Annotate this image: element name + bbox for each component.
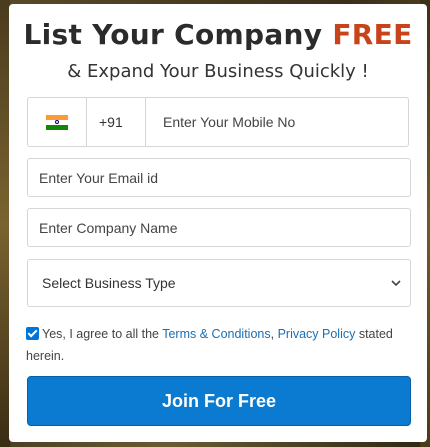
country-selector[interactable]	[28, 98, 87, 146]
signup-form-card: List Your Company FREE & Expand Your Bus…	[9, 4, 427, 442]
agreement-text-before: Yes, I agree to all the	[42, 327, 163, 341]
chevron-down-icon	[391, 280, 401, 287]
privacy-policy-link[interactable]: Privacy Policy	[278, 327, 356, 341]
form-subtitle: & Expand Your Business Quickly !	[67, 61, 369, 82]
country-code: +91	[87, 98, 146, 146]
title-prefix: List Your Company	[23, 18, 333, 51]
join-for-free-button[interactable]: Join For Free	[27, 376, 411, 426]
india-flag-icon	[46, 114, 68, 130]
terms-link[interactable]: Terms & Conditions	[162, 327, 270, 341]
mobile-field-group: +91	[27, 97, 409, 147]
agree-checkbox[interactable]	[26, 327, 39, 340]
mobile-number-input[interactable]	[146, 98, 408, 146]
agreement-row: Yes, I agree to all the Terms & Conditio…	[26, 323, 406, 367]
form-title: List Your Company FREE	[9, 18, 427, 51]
title-highlight: FREE	[332, 18, 413, 51]
email-input[interactable]	[27, 158, 411, 197]
agreement-separator: ,	[270, 327, 278, 341]
business-type-selected: Select Business Type	[42, 275, 176, 291]
business-type-select[interactable]: Select Business Type	[27, 259, 411, 307]
company-name-input[interactable]	[27, 208, 411, 247]
